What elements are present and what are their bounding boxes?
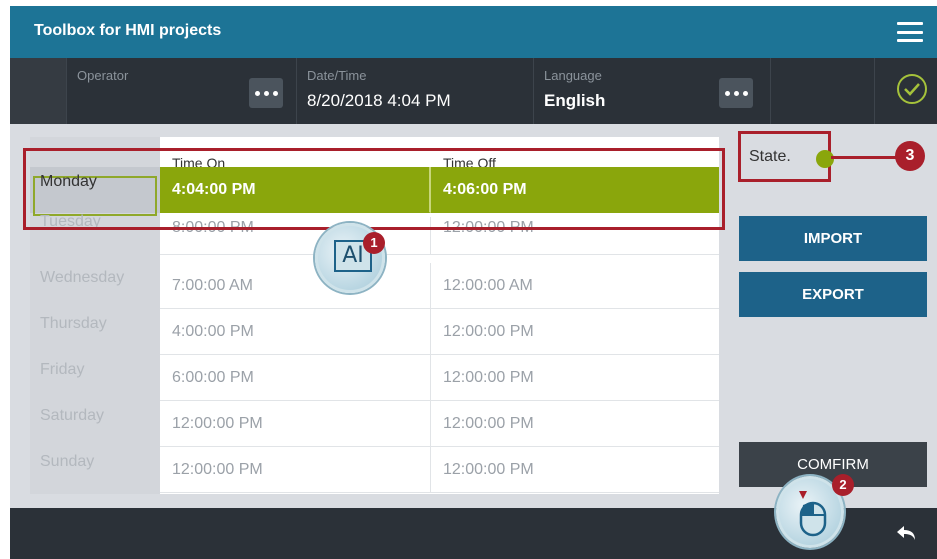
table-row[interactable]: 12:00:00 PM 12:00:00 PM xyxy=(160,447,719,493)
table-row[interactable]: 6:00:00 PM 12:00:00 PM xyxy=(160,355,719,401)
hmi-screen: Toolbox for HMI projects Operator Date/T… xyxy=(10,6,937,559)
time-on-cell[interactable]: 12:00:00 PM xyxy=(160,447,431,493)
check-circle-icon xyxy=(897,74,927,104)
datetime-cell: Date/Time 8/20/2018 4:04 PM xyxy=(296,58,533,124)
time-on-cell[interactable]: 7:00:00 AM xyxy=(160,263,431,309)
language-cell: Language English xyxy=(533,58,770,124)
app-title: Toolbox for HMI projects xyxy=(34,22,222,39)
mouse-icon xyxy=(799,491,827,537)
time-on-cell[interactable]: 4:00:00 PM xyxy=(160,309,431,355)
day-label: Sunday xyxy=(40,453,95,470)
time-off-cell[interactable]: 12:00:00 AM xyxy=(431,263,719,309)
day-row-friday[interactable]: Friday xyxy=(30,355,160,401)
datetime-value: 8/20/2018 4:04 PM xyxy=(307,91,451,110)
more-dots-icon xyxy=(254,90,260,96)
header-spacer xyxy=(10,58,66,124)
export-button[interactable]: EXPORT xyxy=(739,272,927,317)
table-row[interactable]: 4:00:00 PM 12:00:00 PM xyxy=(160,309,719,355)
language-more-button[interactable] xyxy=(719,78,753,108)
time-off-cell[interactable]: 12:00:00 PM xyxy=(431,309,719,355)
back-arrow-icon[interactable] xyxy=(895,524,917,542)
language-label: Language xyxy=(544,68,602,83)
day-label: Friday xyxy=(40,361,85,378)
header-bar: Operator Date/Time 8/20/2018 4:04 PM Lan… xyxy=(10,58,937,124)
time-on-cell[interactable]: 6:00:00 PM xyxy=(160,355,431,401)
operator-label: Operator xyxy=(77,68,129,83)
state-indicator: State. xyxy=(738,131,834,182)
time-off-cell[interactable]: 12:00:00 PM xyxy=(431,401,719,447)
day-row-wednesday[interactable]: Wednesday xyxy=(30,263,160,309)
time-off-cell[interactable]: 12:00:00 PM xyxy=(431,447,719,493)
day-label: Saturday xyxy=(40,407,105,424)
state-led-icon xyxy=(816,150,834,168)
table-row[interactable]: 7:00:00 AM 12:00:00 AM xyxy=(160,263,719,309)
day-label: Thursday xyxy=(40,315,107,332)
day-row-thursday[interactable]: Thursday xyxy=(30,309,160,355)
more-dots-icon xyxy=(724,90,730,96)
time-off-cell[interactable]: 12:00:00 PM xyxy=(431,355,719,401)
import-button[interactable]: IMPORT xyxy=(739,216,927,261)
status-cell xyxy=(874,58,937,124)
time-on-cell[interactable]: 12:00:00 PM xyxy=(160,401,431,447)
day-row-sunday[interactable]: Sunday xyxy=(30,447,160,493)
operator-more-button[interactable] xyxy=(249,78,283,108)
state-label: State. xyxy=(749,148,791,165)
operator-cell: Operator xyxy=(66,58,296,124)
language-value: English xyxy=(544,91,606,110)
annotation-connector xyxy=(831,156,899,159)
datetime-label: Date/Time xyxy=(307,68,367,83)
annotation-badge-1: 1 xyxy=(363,232,385,254)
annotation-frame-row xyxy=(23,148,725,230)
hamburger-menu-icon[interactable] xyxy=(897,22,923,42)
title-bar: Toolbox for HMI projects xyxy=(10,6,937,58)
day-row-saturday[interactable]: Saturday xyxy=(30,401,160,447)
table-row[interactable]: 12:00:00 PM 12:00:00 PM xyxy=(160,401,719,447)
day-label: Wednesday xyxy=(40,269,125,286)
annotation-badge-2: 2 xyxy=(832,474,854,496)
header-empty-cell xyxy=(770,58,874,124)
annotation-badge-3: 3 xyxy=(895,141,925,171)
